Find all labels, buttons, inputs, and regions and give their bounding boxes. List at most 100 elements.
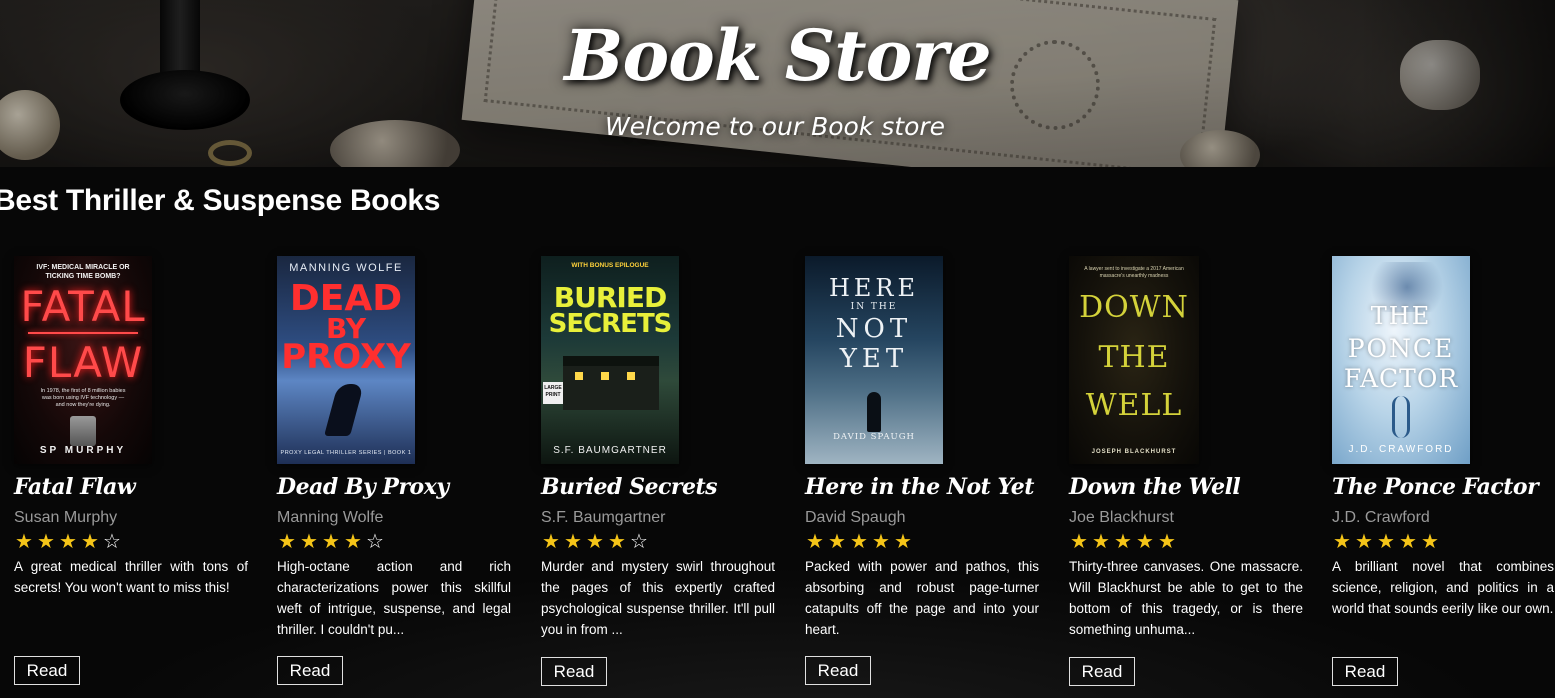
standing-figure bbox=[867, 392, 881, 432]
cover-title-line: FLAW bbox=[22, 338, 144, 387]
rating-stars: ★ ★ ★ ★ ☆ bbox=[14, 530, 124, 552]
book-author: Manning Wolfe bbox=[277, 509, 384, 526]
star-outline-icon: ☆ bbox=[103, 529, 123, 553]
section-title: Best Thriller & Suspense Books bbox=[0, 184, 441, 217]
star-filled-icon: ★ bbox=[344, 529, 364, 553]
house-figure bbox=[563, 356, 659, 410]
star-filled-icon: ★ bbox=[278, 529, 298, 553]
cover-author: JOSEPH BLACKHURST bbox=[1091, 449, 1177, 455]
star-filled-icon: ★ bbox=[872, 529, 892, 553]
book-title[interactable]: Here in the Not Yet bbox=[805, 474, 1034, 500]
cover-author: DAVID SPAUGH bbox=[833, 432, 915, 442]
house-window bbox=[601, 372, 609, 380]
star-filled-icon: ★ bbox=[300, 529, 320, 553]
star-filled-icon: ★ bbox=[1421, 529, 1441, 553]
cover-title-line: YET bbox=[839, 344, 909, 374]
star-filled-icon: ★ bbox=[1114, 529, 1134, 553]
book-description: A brilliant novel that combines science,… bbox=[1332, 559, 1554, 616]
book-title[interactable]: Dead By Proxy bbox=[277, 474, 449, 500]
cover-title-line: FACTOR bbox=[1343, 364, 1459, 393]
book-description: High-octane action and rich characteriza… bbox=[277, 559, 511, 637]
cover-title-line: THE bbox=[1370, 302, 1432, 330]
book-title[interactable]: Fatal Flaw bbox=[14, 474, 136, 500]
book-title[interactable]: The Ponce Factor bbox=[1332, 474, 1539, 500]
cover-title-line: THE bbox=[1098, 340, 1170, 375]
rating-stars: ★ ★ ★ ★ ☆ bbox=[541, 530, 651, 552]
book-cover[interactable]: MANNING WOLFE DEAD BY PROXY PROXY LEGAL … bbox=[277, 256, 415, 464]
cover-heartbeat-line bbox=[28, 332, 138, 334]
book-author: Susan Murphy bbox=[14, 509, 118, 526]
star-filled-icon: ★ bbox=[806, 529, 826, 553]
star-filled-icon: ★ bbox=[586, 529, 606, 553]
running-man-figure bbox=[324, 384, 364, 436]
book-author: Joe Blackhurst bbox=[1069, 509, 1174, 526]
book-card: IVF: MEDICAL MIRACLE OR TICKING TIME BOM… bbox=[14, 256, 252, 696]
star-filled-icon: ★ bbox=[608, 529, 628, 553]
star-filled-icon: ★ bbox=[1158, 529, 1178, 553]
book-description: A great medical thriller with tons of se… bbox=[14, 559, 248, 595]
book-cover[interactable]: HERE IN THE NOT YET DAVID SPAUGH bbox=[805, 256, 943, 464]
star-filled-icon: ★ bbox=[59, 529, 79, 553]
site-subtitle: Welcome to our Book store bbox=[604, 112, 946, 141]
star-filled-icon: ★ bbox=[1399, 529, 1419, 553]
cover-author: MANNING WOLFE bbox=[289, 262, 403, 274]
hero-banner: Book Store Welcome to our Book store bbox=[0, 0, 1555, 167]
house-window bbox=[627, 372, 635, 380]
cover-tagline: IVF: MEDICAL MIRACLE OR TICKING TIME BOM… bbox=[36, 264, 130, 280]
cover-title-line: PONCE bbox=[1347, 334, 1455, 363]
read-button[interactable]: Read bbox=[1332, 657, 1398, 686]
rating-stars: ★ ★ ★ ★ ★ bbox=[1332, 530, 1442, 552]
book-title[interactable]: Buried Secrets bbox=[541, 474, 718, 500]
star-filled-icon: ★ bbox=[894, 529, 914, 553]
book-card: MANNING WOLFE DEAD BY PROXY PROXY LEGAL … bbox=[277, 256, 515, 696]
star-filled-icon: ★ bbox=[850, 529, 870, 553]
book-description: Thirty-three canvases. One massacre. Wil… bbox=[1069, 559, 1303, 637]
book-cover[interactable]: THE PONCE FACTOR J.D. CRAWFORD bbox=[1332, 256, 1470, 464]
rating-stars: ★ ★ ★ ★ ★ bbox=[1069, 530, 1179, 552]
star-filled-icon: ★ bbox=[564, 529, 584, 553]
read-button[interactable]: Read bbox=[805, 656, 871, 685]
cover-title-line: IN THE bbox=[850, 302, 898, 312]
star-filled-icon: ★ bbox=[1377, 529, 1397, 553]
star-filled-icon: ★ bbox=[37, 529, 57, 553]
cover-author: SP MURPHY bbox=[39, 445, 127, 456]
read-button[interactable]: Read bbox=[541, 657, 607, 686]
house-window bbox=[575, 372, 583, 380]
book-author: J.D. Crawford bbox=[1332, 509, 1430, 526]
book-description: Murder and mystery swirl throughout the … bbox=[541, 559, 775, 637]
star-filled-icon: ★ bbox=[542, 529, 562, 553]
star-filled-icon: ★ bbox=[1333, 529, 1353, 553]
cover-title-line: PROXY bbox=[281, 337, 411, 377]
rating-stars: ★ ★ ★ ★ ★ bbox=[805, 530, 915, 552]
read-button[interactable]: Read bbox=[1069, 657, 1135, 686]
star-filled-icon: ★ bbox=[1355, 529, 1375, 553]
star-filled-icon: ★ bbox=[15, 529, 35, 553]
star-filled-icon: ★ bbox=[1136, 529, 1156, 553]
star-filled-icon: ★ bbox=[322, 529, 342, 553]
rating-stars: ★ ★ ★ ★ ☆ bbox=[277, 530, 387, 552]
star-filled-icon: ★ bbox=[81, 529, 101, 553]
book-card: THE PONCE FACTOR J.D. CRAWFORD The Ponce… bbox=[1332, 256, 1554, 696]
cover-series: PROXY LEGAL THRILLER SERIES | BOOK 1 bbox=[280, 450, 412, 456]
star-filled-icon: ★ bbox=[1092, 529, 1112, 553]
large-print-badge: LARGE PRINT bbox=[543, 382, 563, 404]
syringe-icon bbox=[70, 416, 96, 446]
book-card: A lawyer sent to investigate a 2017 Amer… bbox=[1069, 256, 1307, 696]
cover-title-line: DEAD bbox=[289, 278, 403, 319]
cover-tagline: A lawyer sent to investigate a 2017 Amer… bbox=[1084, 266, 1184, 279]
book-card: WITH BONUS EPILOGUE BURIED SECRETS LARGE… bbox=[541, 256, 779, 696]
book-title[interactable]: Down the Well bbox=[1069, 474, 1241, 500]
book-cover[interactable]: WITH BONUS EPILOGUE BURIED SECRETS LARGE… bbox=[541, 256, 679, 464]
cover-author: S.F. BAUMGARTNER bbox=[553, 445, 667, 456]
book-cover[interactable]: A lawyer sent to investigate a 2017 Amer… bbox=[1069, 256, 1199, 464]
star-filled-icon: ★ bbox=[1070, 529, 1090, 553]
book-cover[interactable]: IVF: MEDICAL MIRACLE OR TICKING TIME BOM… bbox=[14, 256, 152, 464]
star-filled-icon: ★ bbox=[828, 529, 848, 553]
book-author: David Spaugh bbox=[805, 509, 906, 526]
book-card: HERE IN THE NOT YET DAVID SPAUGH Here in… bbox=[805, 256, 1043, 696]
read-button[interactable]: Read bbox=[14, 656, 80, 685]
star-outline-icon: ☆ bbox=[630, 529, 650, 553]
site-title: Book Store bbox=[564, 14, 991, 97]
read-button[interactable]: Read bbox=[277, 656, 343, 685]
cover-author: J.D. CRAWFORD bbox=[1348, 444, 1454, 455]
